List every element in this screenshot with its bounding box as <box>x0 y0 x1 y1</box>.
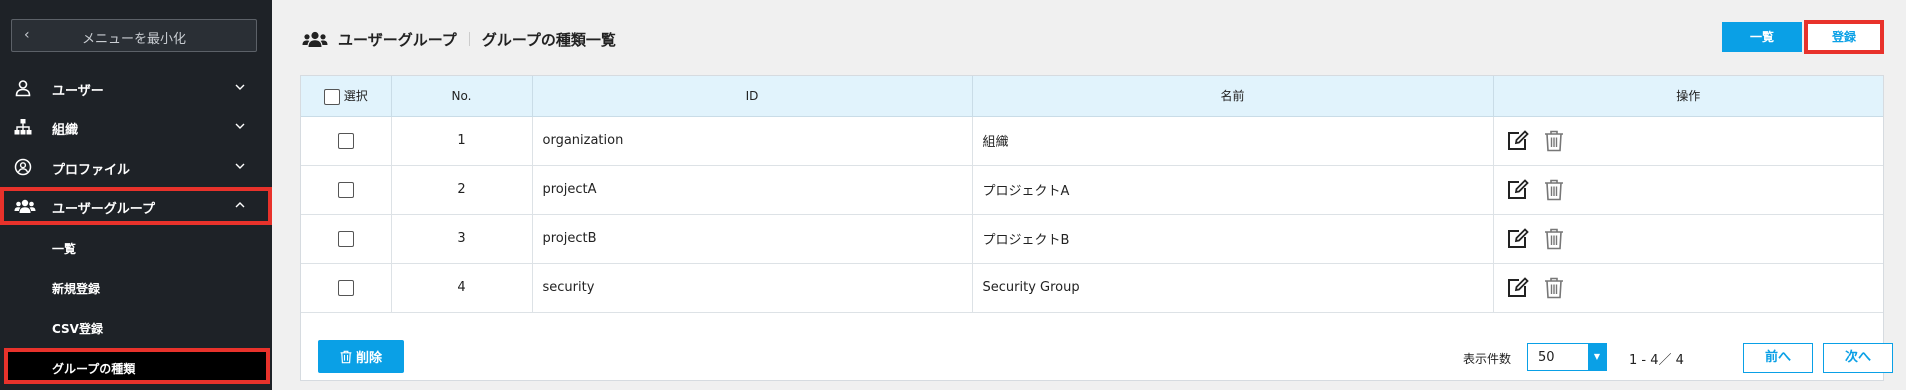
row-id: projectB <box>532 214 973 264</box>
row-no: 1 <box>391 116 533 166</box>
column-header-actions: 操作 <box>1493 76 1883 117</box>
row-select-cell <box>301 165 392 215</box>
trash-icon[interactable] <box>1544 179 1564 201</box>
table-row: 1 organization 組織 <box>301 116 1883 166</box>
page-title: グループの種類一覧 <box>481 30 616 49</box>
sidebar-subitem-list[interactable]: 一覧 <box>0 228 272 266</box>
sidebar-subitem-label: グループの種類 <box>52 362 136 376</box>
row-no: 2 <box>391 165 533 215</box>
breadcrumb-section: ユーザーグループ <box>338 30 457 49</box>
row-no: 4 <box>391 263 533 313</box>
main-content: ユーザーグループ グループの種類一覧 一覧 登録 選択 No. ID 名前 操作 <box>272 0 1906 390</box>
group-type-table: 選択 No. ID 名前 操作 1 organization 組織 2 proj… <box>301 76 1883 313</box>
users-icon <box>14 199 36 213</box>
table-row: 2 projectA プロジェクトA <box>301 165 1883 215</box>
per-page-label: 表示件数 <box>1463 352 1512 366</box>
sidebar-item-profile[interactable]: プロファイル <box>0 148 272 186</box>
edit-icon[interactable] <box>1506 129 1530 152</box>
row-id: organization <box>532 116 973 166</box>
chevron-down-icon <box>235 163 245 169</box>
chevron-down-icon <box>235 84 245 90</box>
per-page-value: 50 <box>1538 350 1555 365</box>
row-checkbox[interactable] <box>337 279 354 296</box>
table-row: 4 security Security Group <box>301 263 1883 313</box>
trash-icon[interactable] <box>1544 228 1564 250</box>
row-name: プロジェクトB <box>972 214 1494 264</box>
row-actions <box>1493 116 1883 166</box>
sidebar-subitem-label: CSV登録 <box>52 322 103 336</box>
sidebar-item-label: 組織 <box>52 123 79 138</box>
sidebar-item-organization[interactable]: 組織 <box>0 108 272 146</box>
profile-icon <box>14 158 32 176</box>
sidebar-item-label: プロファイル <box>52 163 131 178</box>
select-all-checkbox[interactable] <box>323 88 340 105</box>
edit-icon[interactable] <box>1506 276 1530 299</box>
collapse-menu-button[interactable]: ‹ メニューを最小化 <box>11 19 257 52</box>
trash-icon[interactable] <box>1544 130 1564 152</box>
sidebar-item-user-group[interactable]: ユーザーグループ <box>0 187 272 225</box>
column-header-select: 選択 <box>301 76 392 117</box>
sidebar-item-label: ユーザーグループ <box>52 202 155 217</box>
row-select-cell <box>301 214 392 264</box>
column-header-no: No. <box>391 76 533 117</box>
column-header-id: ID <box>532 76 973 117</box>
trash-icon <box>340 350 352 363</box>
delete-button-label: 削除 <box>355 351 382 366</box>
row-checkbox[interactable] <box>337 230 354 247</box>
list-button[interactable]: 一覧 <box>1722 22 1802 52</box>
sidebar-subitem-group-type[interactable]: グループの種類 <box>4 348 270 384</box>
sidebar-subitem-new[interactable]: 新規登録 <box>0 268 272 306</box>
row-actions <box>1493 165 1883 215</box>
row-checkbox[interactable] <box>337 132 354 149</box>
column-header-label: 選択 <box>343 89 368 103</box>
row-name: Security Group <box>972 263 1494 313</box>
row-name: プロジェクトA <box>972 165 1494 215</box>
chevron-down-icon <box>235 123 245 129</box>
register-button[interactable]: 登録 <box>1808 24 1880 50</box>
caret-down-icon: ▼ <box>1588 344 1606 370</box>
per-page-select[interactable]: 50 ▼ <box>1527 343 1607 371</box>
row-select-cell <box>301 116 392 166</box>
row-actions <box>1493 263 1883 313</box>
edit-icon[interactable] <box>1506 178 1530 201</box>
sidebar-item-user[interactable]: ユーザー <box>0 69 272 107</box>
row-id: projectA <box>532 165 973 215</box>
sidebar-item-label: ユーザー <box>52 84 104 99</box>
chevron-up-icon <box>235 202 245 208</box>
row-no: 3 <box>391 214 533 264</box>
row-id: security <box>532 263 973 313</box>
trash-icon[interactable] <box>1544 277 1564 299</box>
row-checkbox[interactable] <box>337 181 354 198</box>
sidebar-subitem-label: 新規登録 <box>52 282 101 296</box>
breadcrumb-divider <box>468 32 470 46</box>
edit-icon[interactable] <box>1506 227 1530 250</box>
sidebar: ‹ メニューを最小化 ユーザー 組織 プロファイル ユーザーグループ 一覧 新規… <box>0 0 272 390</box>
row-select-cell <box>301 263 392 313</box>
table-header-row: 選択 No. ID 名前 操作 <box>301 76 1883 117</box>
sidebar-subitem-label: 一覧 <box>52 242 77 256</box>
group-type-table-card: 選択 No. ID 名前 操作 1 organization 組織 2 proj… <box>300 75 1893 381</box>
column-header-name: 名前 <box>972 76 1494 117</box>
table-footer: 削除 表示件数 50 ▼ 1 - 4／ 4 前へ 次へ <box>301 328 1893 380</box>
users-icon <box>302 31 328 47</box>
pagination-range: 1 - 4／ 4 <box>1629 353 1684 368</box>
page-header: ユーザーグループ グループの種類一覧 <box>302 28 616 50</box>
collapse-menu-label: メニューを最小化 <box>81 32 186 47</box>
org-chart-icon <box>14 119 32 135</box>
row-actions <box>1493 214 1883 264</box>
sidebar-subitem-csv[interactable]: CSV登録 <box>0 308 272 346</box>
user-icon <box>15 80 31 97</box>
row-name: 組織 <box>972 116 1494 166</box>
delete-button[interactable]: 削除 <box>318 340 404 373</box>
register-button-highlight: 登録 <box>1804 20 1884 54</box>
table-row: 3 projectB プロジェクトB <box>301 214 1883 264</box>
prev-page-button[interactable]: 前へ <box>1743 343 1813 373</box>
next-page-button[interactable]: 次へ <box>1823 343 1893 373</box>
